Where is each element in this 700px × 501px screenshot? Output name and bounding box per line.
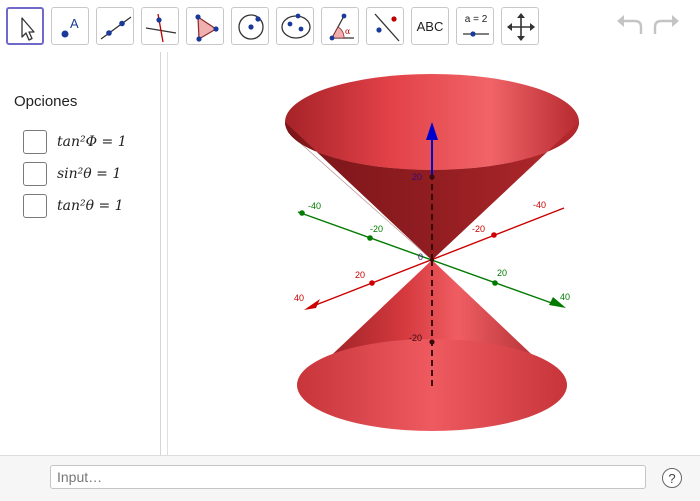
graphics-canvas: 20 -20 40 20 -20 -40 -40 -20 20 40 0	[285, 74, 579, 431]
option-row: tan²θ = 1	[23, 194, 153, 220]
circle-tool-button[interactable]	[231, 7, 269, 45]
origin-point	[430, 258, 434, 262]
triangle-polygon-icon	[195, 14, 219, 42]
toolbar: A α ABC a = 2	[0, 0, 700, 52]
slider-tool-label: a = 2	[464, 14, 488, 25]
graphics-3d-view[interactable]: 20 -20 40 20 -20 -40 -40 -20 20 40 0	[168, 52, 700, 455]
conic-tool-button[interactable]	[276, 7, 314, 45]
option-checkbox[interactable]	[23, 194, 47, 218]
polygon-tool-button[interactable]	[186, 7, 224, 45]
ellipse-points-icon	[281, 13, 311, 39]
cursor-arrow-icon	[21, 17, 35, 41]
algebra-input[interactable]	[50, 465, 646, 489]
y-tick-label-20: 20	[497, 268, 507, 278]
undo-icon	[617, 15, 643, 34]
svg-text:α: α	[345, 27, 351, 36]
option-checkbox[interactable]	[23, 130, 47, 154]
perpendicular-line-tool-button[interactable]	[141, 7, 179, 45]
help-icon: ?	[668, 470, 676, 486]
undo-button[interactable]	[614, 12, 646, 40]
line-tool-button[interactable]	[96, 7, 134, 45]
options-title: Opciones	[14, 93, 78, 110]
angle-alpha-icon: α	[329, 13, 354, 41]
x-tick-label-neg40: -40	[533, 200, 546, 210]
option-label: sin²θ = 1	[57, 166, 122, 182]
option-row: tan²Φ = 1	[23, 130, 153, 156]
option-row: sin²θ = 1	[23, 162, 153, 188]
option-label: tan²θ = 1	[57, 198, 124, 214]
move-tool-button[interactable]	[6, 7, 44, 45]
option-label: tan²Φ = 1	[57, 134, 127, 150]
move-graphics-view-tool-button[interactable]	[501, 7, 539, 45]
reflect-about-line-icon	[374, 13, 400, 42]
x-tick-label-40: 40	[294, 293, 304, 303]
z-tick-label-20: 20	[412, 172, 422, 182]
origin-label: 0	[418, 252, 423, 262]
line-through-points-icon	[100, 16, 132, 40]
perpendicular-line-icon	[145, 13, 177, 43]
redo-button[interactable]	[650, 12, 682, 40]
input-bar: ?	[0, 455, 700, 501]
algebra-panel: Opciones tan²Φ = 1 sin²θ = 1 tan²θ = 1	[0, 52, 161, 455]
svg-text:A: A	[70, 16, 79, 31]
text-tool-label: ABC	[416, 18, 444, 34]
four-arrows-icon	[507, 13, 535, 41]
circle-center-point-icon	[238, 14, 264, 40]
point-a-icon: A	[61, 16, 79, 38]
x-tick-label-20: 20	[355, 270, 365, 280]
y-tick-label-neg20: -20	[370, 224, 383, 234]
y-tick-label-neg40: -40	[308, 201, 321, 211]
x-tick-label-neg20: -20	[472, 224, 485, 234]
redo-icon	[653, 15, 679, 34]
y-tick-label-40: 40	[560, 292, 570, 302]
text-tool-button[interactable]: ABC	[411, 7, 449, 45]
option-checkbox[interactable]	[23, 162, 47, 186]
point-tool-button[interactable]: A	[51, 7, 89, 45]
panel-splitter[interactable]	[161, 52, 168, 455]
z-tick-label-neg20: -20	[409, 333, 422, 343]
angle-tool-button[interactable]: α	[321, 7, 359, 45]
reflect-tool-button[interactable]	[366, 7, 404, 45]
slider-tool-button[interactable]: a = 2	[456, 7, 494, 45]
help-button[interactable]: ?	[662, 468, 682, 488]
